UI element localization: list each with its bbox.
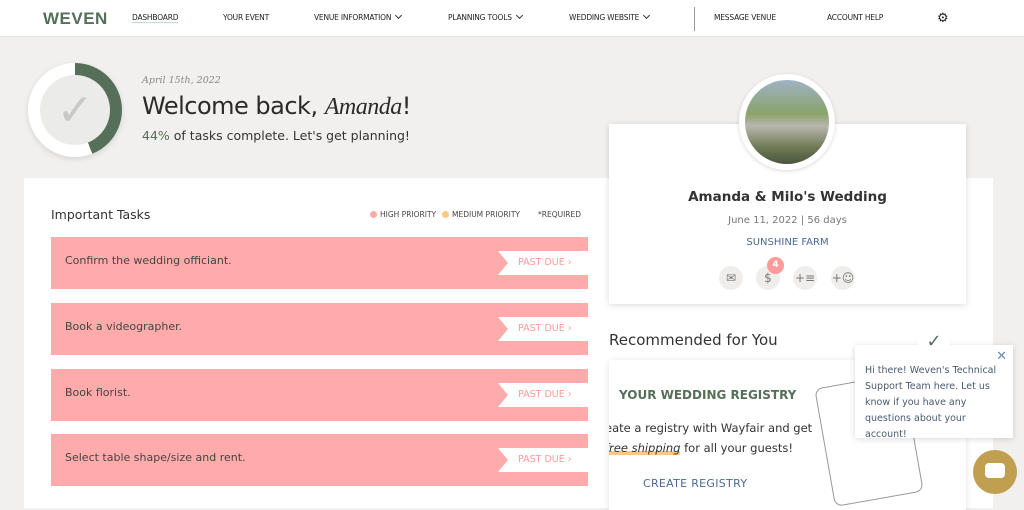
couple-photo [739, 74, 835, 170]
exclaim: ! [401, 92, 412, 120]
nav-account-help[interactable]: ACCOUNT HELP [827, 13, 883, 22]
past-due-tag[interactable]: PAST DUE › [498, 251, 588, 275]
registry-title: YOUR WEDDING REGISTRY [619, 388, 797, 402]
nav-planning-tools[interactable]: PLANNING TOOLS [448, 11, 523, 22]
add-guest-icon[interactable]: +☺ [831, 266, 855, 290]
top-nav: WEVEN DASHBOARD YOUR EVENT VENUE INFORMA… [0, 0, 1024, 37]
nav-divider [694, 7, 695, 31]
free-shipping: free shipping [609, 441, 680, 455]
nav-label: DASHBOARD [132, 13, 179, 22]
chat-button[interactable] [973, 450, 1017, 494]
legend-medium: MEDIUM PRIORITY [442, 210, 520, 219]
nav-wedding-website[interactable]: WEDDING WEBSITE [569, 11, 651, 22]
add-note-icon[interactable]: +≡ [793, 266, 817, 290]
progress-summary: 44% of tasks complete. Let's get plannin… [142, 128, 410, 143]
status-label: PAST DUE [518, 257, 565, 268]
nav-label: PLANNING TOOLS [448, 13, 512, 22]
past-due-tag[interactable]: PAST DUE › [498, 383, 588, 407]
nav-label: ACCOUNT HELP [827, 13, 884, 22]
important-tasks-title: Important Tasks [51, 207, 151, 222]
nav-label: MESSAGE VENUE [714, 13, 776, 22]
venue-link[interactable]: SUNSHINE FARM [609, 237, 966, 248]
current-date: April 15th, 2022 [142, 75, 221, 86]
chevron-right-icon: › [567, 389, 572, 400]
nav-label: WEDDING WEBSITE [569, 13, 640, 22]
event-name: Amanda & Milo's Wedding [688, 189, 887, 205]
task-label: Select table shape/size and rent. [65, 451, 246, 464]
greeting: Welcome back, [142, 92, 325, 120]
chevron-down-icon [515, 11, 523, 20]
status-label: PAST DUE [518, 389, 565, 400]
chevron-down-icon [395, 11, 403, 20]
photo-image [745, 80, 829, 164]
chevron-down-icon [643, 11, 651, 20]
welcome-heading: Welcome back, Amanda! [142, 92, 411, 121]
task-row[interactable]: Book a videographer. PAST DUE › [51, 303, 588, 355]
status-label: PAST DUE [518, 454, 565, 465]
status-label: PAST DUE [518, 323, 565, 334]
mail-icon[interactable]: ✉ [719, 266, 743, 290]
close-icon[interactable]: ✕ [996, 349, 1007, 364]
past-due-tag[interactable]: PAST DUE › [498, 448, 588, 472]
nav-venue-information[interactable]: VENUE INFORMATION [314, 11, 403, 22]
chat-message: Hi there! Weven's Technical Support Team… [865, 365, 997, 440]
nav-label: YOUR EVENT [223, 13, 269, 22]
task-label: Book a videographer. [65, 320, 183, 333]
legend-required: *REQUIRED [538, 210, 582, 219]
registry-line1: eate a registry with Wayfair and get [609, 421, 813, 435]
payments-badge: 4 [767, 257, 784, 274]
chevron-right-icon: › [567, 323, 572, 334]
gear-icon[interactable]: ⚙ [937, 11, 949, 26]
nav-your-event[interactable]: YOUR EVENT [223, 13, 269, 22]
chevron-right-icon: › [567, 257, 572, 268]
progress-ring: ✓ [28, 63, 122, 157]
progress-percent: 44% [142, 128, 170, 143]
nav-label: VENUE INFORMATION [314, 13, 392, 22]
task-row[interactable]: Select table shape/size and rent. PAST DU… [51, 434, 588, 486]
event-date: June 11, 2022 | 56 days [728, 215, 847, 226]
check-icon: ✓ [40, 75, 110, 145]
legend-label: HIGH PRIORITY [380, 210, 437, 219]
medium-dot-icon [442, 211, 449, 218]
weven-check-icon: ✓ [918, 331, 950, 353]
user-name: Amanda [324, 94, 403, 120]
chat-popup: ✕ Hi there! Weven's Technical Support Te… [855, 345, 1013, 440]
chat-bubble-icon [985, 463, 1005, 478]
registry-line2: for all your guests! [680, 441, 793, 455]
recommended-title: Recommended for You [609, 331, 778, 349]
progress-text: of tasks complete. Let's get planning! [169, 128, 410, 143]
past-due-tag[interactable]: PAST DUE › [498, 317, 588, 341]
task-label: Confirm the wedding officiant. [65, 254, 232, 267]
nav-dashboard[interactable]: DASHBOARD [132, 13, 178, 23]
legend-high: HIGH PRIORITY [370, 210, 436, 219]
high-dot-icon [370, 211, 377, 218]
chevron-right-icon: › [567, 454, 572, 465]
create-registry-button[interactable]: CREATE REGISTRY [643, 477, 747, 490]
nav-message-venue[interactable]: MESSAGE VENUE [714, 13, 776, 22]
legend-label: MEDIUM PRIORITY [452, 210, 520, 219]
task-label: Book florist. [65, 386, 131, 399]
registry-text: eate a registry with Wayfair and get free… [609, 418, 812, 458]
task-row[interactable]: Confirm the wedding officiant. PAST DUE › [51, 237, 588, 289]
weven-logo[interactable]: WEVEN [43, 9, 108, 29]
task-row[interactable]: Book florist. PAST DUE › [51, 369, 588, 421]
